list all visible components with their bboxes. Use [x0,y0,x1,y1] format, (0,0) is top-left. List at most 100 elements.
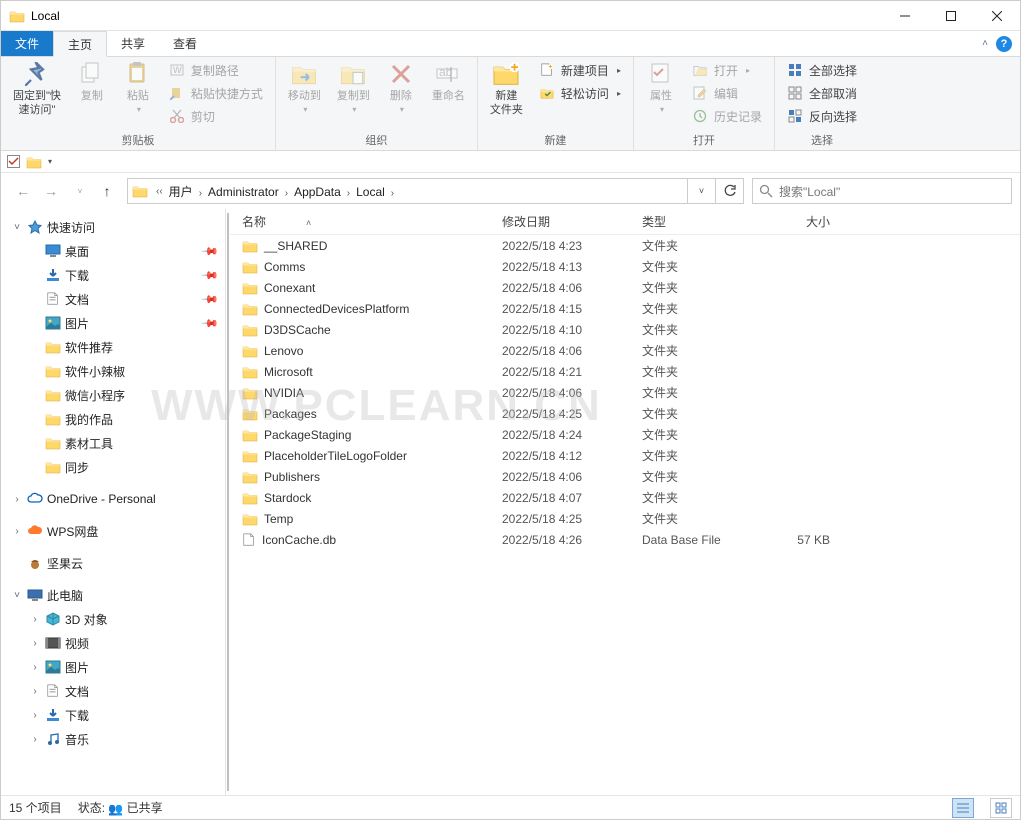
breadcrumb-segment[interactable]: Administrator [206,185,281,199]
navigation-tree[interactable]: ˅快速访问桌面📌下载📌文档📌图片📌软件推荐软件小辣椒微信小程序我的作品素材工具同… [1,209,226,795]
copy-path-button[interactable]: w复制路径 [163,59,269,81]
tree-item[interactable]: ›图片 [1,655,225,679]
invert-selection-button[interactable]: 反向选择 [781,105,863,127]
breadcrumb-segment[interactable]: AppData [292,185,343,199]
expand-icon[interactable]: › [11,494,23,505]
tree-item[interactable]: ›3D 对象 [1,607,225,631]
expand-icon[interactable]: ˅ [11,222,23,233]
breadcrumb-segment[interactable]: Local [354,185,387,199]
tree-item[interactable]: ˅快速访问 [1,215,225,239]
tree-item[interactable]: 软件推荐 [1,335,225,359]
tree-item[interactable]: 下载📌 [1,263,225,287]
recent-locations-button[interactable]: ˅ [65,177,93,205]
copy-button[interactable]: 复制 [71,59,113,105]
file-row[interactable]: PackageStaging2022/5/18 4:24文件夹 [230,424,1020,445]
close-button[interactable] [974,1,1020,31]
file-row[interactable]: Lenovo2022/5/18 4:06文件夹 [230,340,1020,361]
tree-item[interactable]: ›OneDrive - Personal [1,487,225,511]
file-row[interactable]: ConnectedDevicesPlatform2022/5/18 4:15文件… [230,298,1020,319]
tree-item[interactable]: ›文档 [1,679,225,703]
tree-item[interactable]: ›音乐 [1,727,225,751]
back-button[interactable]: ← [9,177,37,205]
file-row[interactable]: Comms2022/5/18 4:13文件夹 [230,256,1020,277]
expand-icon[interactable]: › [29,662,41,673]
open-button[interactable]: 打开▸ [686,59,768,81]
expand-icon[interactable]: › [29,638,41,649]
expand-icon[interactable]: › [29,686,41,697]
breadcrumb-chevron-icon[interactable]: › [281,188,292,199]
tree-item[interactable]: ›视频 [1,631,225,655]
breadcrumb-chevron-icon[interactable]: › [343,188,354,199]
expand-icon[interactable]: › [29,614,41,625]
tab-home[interactable]: 主页 [53,31,107,57]
history-button[interactable]: 历史记录 [686,105,768,127]
column-headers[interactable]: 名称˄ 修改日期 类型 大小 [230,209,1020,235]
file-row[interactable]: D3DSCache2022/5/18 4:10文件夹 [230,319,1020,340]
refresh-button[interactable] [715,179,743,203]
tree-item[interactable]: 坚果云 [1,551,225,575]
rename-button[interactable]: ab重命名 [426,59,471,105]
tree-item[interactable]: 微信小程序 [1,383,225,407]
col-name[interactable]: 名称˄ [230,213,490,230]
file-row[interactable]: Conexant2022/5/18 4:06文件夹 [230,277,1020,298]
tab-view[interactable]: 查看 [159,31,211,56]
file-row[interactable]: IconCache.db2022/5/18 4:26Data Base File… [230,529,1020,550]
copy-to-button[interactable]: 复制到▾ [331,59,376,116]
tree-item[interactable]: ˅此电脑 [1,583,225,607]
col-size[interactable]: 大小 [750,213,830,230]
chevron-down-icon[interactable]: ▾ [48,157,52,166]
breadcrumb-sep[interactable]: ‹‹ [152,186,167,197]
breadcrumb-segment[interactable]: 用户 [167,185,195,199]
select-checkbox[interactable] [7,155,20,168]
paste-shortcut-button[interactable]: 粘贴快捷方式 [163,82,269,104]
select-all-button[interactable]: 全部选择 [781,59,863,81]
tree-item[interactable]: 同步 [1,455,225,479]
search-input[interactable]: 搜索"Local" [752,178,1012,204]
file-row[interactable]: Publishers2022/5/18 4:06文件夹 [230,466,1020,487]
move-to-button[interactable]: 移动到▾ [282,59,327,116]
expand-icon[interactable]: › [11,526,23,537]
tree-item[interactable]: 软件小辣椒 [1,359,225,383]
easy-access-button[interactable]: 轻松访问▸ [533,82,627,104]
ribbon-collapse-icon[interactable]: ˄ [982,38,988,49]
tree-item[interactable]: ›WPS网盘 [1,519,225,543]
splitter[interactable] [226,209,230,795]
properties-button[interactable]: 属性▾ [640,59,682,116]
new-folder-button[interactable]: 新建 文件夹 [484,59,529,119]
forward-button[interactable]: → [37,177,65,205]
tab-file[interactable]: 文件 [1,31,53,56]
help-icon[interactable]: ? [996,36,1012,52]
paste-button[interactable]: 粘贴 ▾ [117,59,159,116]
file-row[interactable]: __SHARED2022/5/18 4:23文件夹 [230,235,1020,256]
tab-share[interactable]: 共享 [107,31,159,56]
breadcrumb-chevron-icon[interactable]: › [195,188,206,199]
maximize-button[interactable] [928,1,974,31]
pin-to-quick-access-button[interactable]: 固定到"快 速访问" [7,59,67,119]
icons-view-button[interactable] [990,798,1012,818]
tree-item[interactable]: ›下载 [1,703,225,727]
tree-item[interactable]: 我的作品 [1,407,225,431]
tree-item[interactable]: 桌面📌 [1,239,225,263]
file-list[interactable]: __SHARED2022/5/18 4:23文件夹Comms2022/5/18 … [230,235,1020,795]
file-row[interactable]: Stardock2022/5/18 4:07文件夹 [230,487,1020,508]
expand-icon[interactable]: ˅ [11,590,23,601]
expand-icon[interactable]: › [29,710,41,721]
breadcrumb-chevron-icon[interactable]: › [387,188,398,199]
file-row[interactable]: Temp2022/5/18 4:25文件夹 [230,508,1020,529]
col-date[interactable]: 修改日期 [490,213,630,230]
file-row[interactable]: PlaceholderTileLogoFolder2022/5/18 4:12文… [230,445,1020,466]
cut-button[interactable]: 剪切 [163,105,269,127]
details-view-button[interactable] [952,798,974,818]
new-item-button[interactable]: 新建项目▸ [533,59,627,81]
tree-item[interactable]: 素材工具 [1,431,225,455]
expand-icon[interactable]: › [29,734,41,745]
address-bar[interactable]: ‹‹ 用户›Administrator›AppData›Local› ˅ [127,178,744,204]
file-row[interactable]: NVIDIA2022/5/18 4:06文件夹 [230,382,1020,403]
delete-button[interactable]: 删除▾ [380,59,422,116]
col-type[interactable]: 类型 [630,213,750,230]
minimize-button[interactable] [882,1,928,31]
tree-item[interactable]: 文档📌 [1,287,225,311]
file-row[interactable]: Packages2022/5/18 4:25文件夹 [230,403,1020,424]
edit-button[interactable]: 编辑 [686,82,768,104]
folder-icon[interactable] [26,155,42,169]
